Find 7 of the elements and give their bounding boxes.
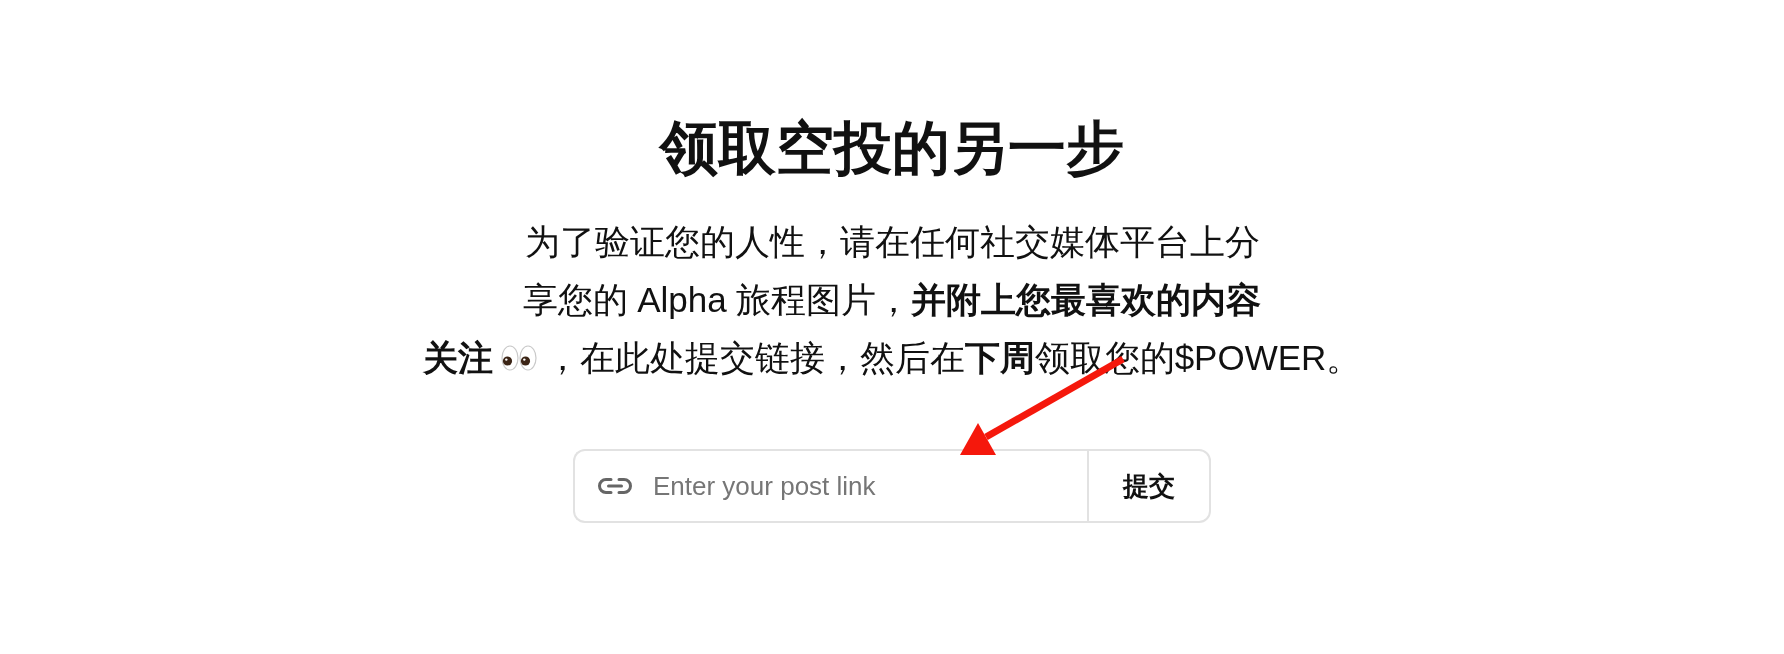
eyes-icon <box>500 345 537 371</box>
post-link-input[interactable]: Enter your post link <box>573 449 1087 523</box>
link-icon <box>597 477 633 495</box>
instruction-text: 为了验证您的人性，请在任何社交媒体平台上分 享您的 Alpha 旅程图片，并附上您最喜欢的内容 <box>522 221 1262 321</box>
follow-label: 关注 <box>422 337 493 379</box>
submit-button[interactable]: 提交 <box>1087 449 1211 523</box>
page-title: 领取空投的另一步 <box>660 114 1124 182</box>
